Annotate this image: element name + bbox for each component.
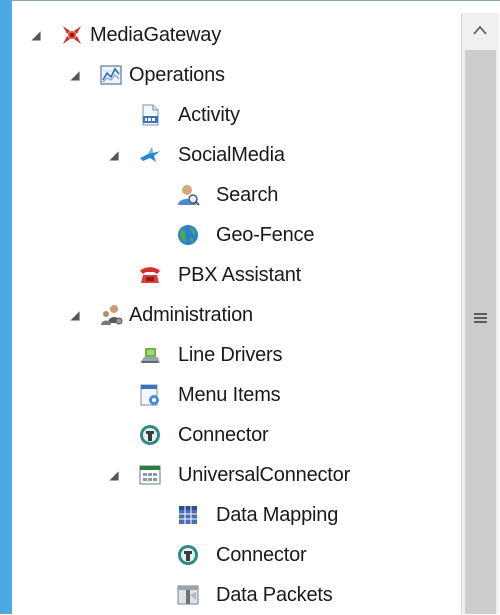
grip-icon (474, 313, 487, 323)
collapse-arrow-icon[interactable]: ◢ (69, 68, 81, 82)
tree-node-connector-2[interactable]: Connector (14, 535, 461, 575)
log-document-icon (138, 103, 162, 127)
tree-node-label: Connector (216, 544, 307, 566)
tree-node-data-packets[interactable]: Data Packets (14, 575, 461, 615)
tree-node-mediagateway[interactable]: ◢ MediaGateway (14, 15, 461, 55)
top-border (12, 0, 500, 1)
tree-node-geo-fence[interactable]: Geo-Fence (14, 215, 461, 255)
tree-node-data-mapping[interactable]: Data Mapping (14, 495, 461, 535)
collapse-arrow-icon[interactable]: ◢ (108, 148, 120, 162)
tree-node-search[interactable]: Search (14, 175, 461, 215)
media-gateway-icon (60, 23, 84, 47)
menu-items-icon (138, 383, 162, 407)
tree-node-label: SocialMedia (178, 144, 285, 166)
tree-node-label: Menu Items (178, 384, 281, 406)
tree-node-menu-items[interactable]: Menu Items (14, 375, 461, 415)
tree-view: ◢ MediaGateway ◢ Operations Activity ◢ S… (14, 15, 461, 614)
operations-chart-icon (99, 63, 123, 87)
tree-node-label: Connector (178, 424, 269, 446)
line-drivers-icon (138, 343, 162, 367)
tree-node-label: Line Drivers (178, 344, 283, 366)
globe-icon (176, 223, 200, 247)
connector-icon (176, 543, 200, 567)
tree-node-line-drivers[interactable]: Line Drivers (14, 335, 461, 375)
collapse-arrow-icon[interactable]: ◢ (69, 308, 81, 322)
tree-node-operations[interactable]: ◢ Operations (14, 55, 461, 95)
tree-node-label: UniversalConnector (178, 464, 351, 486)
tree-node-label: Geo-Fence (216, 224, 315, 246)
phone-icon (138, 263, 162, 287)
tree-node-label: Search (216, 184, 279, 206)
collapse-arrow-icon[interactable]: ◢ (30, 28, 42, 42)
left-accent-bar (0, 0, 12, 614)
collapse-arrow-icon[interactable]: ◢ (108, 468, 120, 482)
scroll-thumb[interactable] (465, 50, 496, 614)
tree-node-socialmedia[interactable]: ◢ SocialMedia (14, 135, 461, 175)
social-bird-icon (138, 143, 162, 167)
tree-node-connector[interactable]: Connector (14, 415, 461, 455)
tree-node-administration[interactable]: ◢ Administration (14, 295, 461, 335)
vertical-scrollbar[interactable] (461, 13, 499, 614)
tree-node-universalconnector[interactable]: ◢ UniversalConnector (14, 455, 461, 495)
tree-node-label: Administration (129, 304, 253, 326)
tree-node-label: Data Mapping (216, 504, 339, 526)
connector-icon (138, 423, 162, 447)
tree-node-label: Operations (129, 64, 225, 86)
tree-node-activity[interactable]: Activity (14, 95, 461, 135)
tree-node-label: PBX Assistant (178, 264, 302, 286)
tree-node-label: Activity (178, 104, 240, 126)
admin-users-icon (99, 303, 123, 327)
user-search-icon (176, 183, 200, 207)
universal-connector-icon (138, 463, 162, 487)
chevron-up-icon (473, 25, 487, 35)
grid-table-icon (176, 503, 200, 527)
tree-node-pbx-assistant[interactable]: PBX Assistant (14, 255, 461, 295)
tree-node-label: Data Packets (216, 584, 333, 606)
tree-view-panel: ◢ MediaGateway ◢ Operations Activity ◢ S… (0, 0, 500, 614)
scroll-up-button[interactable] (462, 13, 499, 49)
data-packets-icon (176, 583, 200, 607)
tree-node-label: MediaGateway (90, 24, 221, 46)
